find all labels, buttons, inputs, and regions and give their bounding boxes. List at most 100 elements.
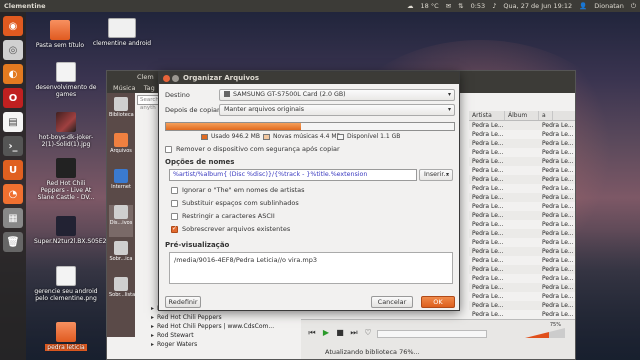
destino-label: Destino (165, 91, 190, 99)
playlist-row[interactable]: Pedra Le... Pedra Le... (469, 139, 575, 148)
network-icon[interactable]: ⇅ (458, 2, 463, 10)
desktop-icon-rmvb[interactable]: Super.N2tur2l.BX.S05E21.rmvb (34, 216, 128, 245)
desktop-icon-folder[interactable]: Pasta sem título (28, 20, 92, 49)
battery-time[interactable]: 0:53 (471, 2, 486, 10)
tree-item[interactable]: Red Hot Chili Peppers (137, 313, 287, 322)
naming-pattern-input[interactable]: %artist/%album{ (Disc %disc)}/{%track - … (169, 169, 417, 181)
overwrite-checkbox[interactable]: Sobrescrever arquivos existentes (171, 225, 290, 233)
desktop-icon-games[interactable]: desenvolvimento de games (34, 62, 98, 98)
playlist-row[interactable]: Pedra Le... Pedra Le... (469, 301, 575, 310)
replace-spaces-checkbox[interactable]: Substituir espaços com sublinhados (171, 199, 299, 207)
desktop-icon-rhcp-video[interactable]: Red Hot Chili Peppers - Live At Slane Ca… (34, 158, 98, 201)
power-icon[interactable]: ⏻ (631, 2, 636, 11)
remove-safely-checkbox[interactable]: Remover o dispositivo com segurança após… (165, 145, 340, 153)
tree-item[interactable]: Roger Waters (137, 340, 287, 349)
checkbox-box (171, 212, 178, 220)
username[interactable]: Dionatan (594, 2, 624, 10)
playlist-row[interactable]: Pedra Le... Pedra Le... (469, 283, 575, 292)
playlist-row[interactable]: Pedra Le... Pedra Le... (469, 265, 575, 274)
desktop-icon-clementine-android[interactable]: clementine android (90, 18, 154, 47)
minimize-icon[interactable] (172, 75, 179, 82)
trash-icon[interactable]: 🗑 (3, 232, 23, 252)
desktop-icon-jpg[interactable]: hot-boys-dk-joker-2(1)-Solid(1).jpg (34, 112, 98, 148)
user-icon[interactable]: 👤 (579, 2, 587, 10)
mail-icon[interactable]: ✉ (446, 2, 451, 10)
sidebar-item-biblioteca[interactable]: Biblioteca (109, 97, 134, 129)
dialog-titlebar[interactable]: Organizar Arquivos (159, 72, 459, 84)
playlist-row[interactable]: Pedra Le... Pedra Le... (469, 121, 575, 130)
stop-icon[interactable]: ■ (335, 328, 345, 338)
playlist-row[interactable]: Pedra Le... Pedra Le... (469, 247, 575, 256)
next-icon[interactable]: ⏭ (349, 328, 359, 338)
sidebar-item-sobre-artista[interactable]: Sobr...lista (109, 277, 135, 309)
playlist-row[interactable]: Pedra Le... Pedra Le... (469, 274, 575, 283)
artist-info-icon (114, 277, 128, 291)
ok-button[interactable]: OK (421, 296, 455, 308)
destino-select[interactable]: SAMSUNG GT-S7500L Card (2.0 GB) ▾ (219, 89, 455, 101)
storage-used-fill (166, 123, 302, 130)
opera-icon[interactable]: O (3, 88, 23, 108)
naming-section-title: Opções de nomes (165, 158, 235, 166)
desktop-icon-png[interactable]: gerencie seu android pelo clementine.png (34, 266, 98, 302)
insert-dropdown[interactable]: Inserir... ▾ (419, 169, 453, 181)
col-artista[interactable]: Artista (469, 111, 505, 120)
tree-item[interactable]: Rod Stewart (137, 331, 287, 340)
weather-icon[interactable]: ☁ (407, 2, 414, 10)
ascii-only-checkbox[interactable]: Restringir a caracteres ASCII (171, 212, 275, 220)
reset-button[interactable]: Redefinir (165, 296, 201, 308)
sidebar-item-arquivos[interactable]: Arquivos (109, 133, 133, 165)
depois-label: Depois de copiar... (165, 106, 226, 114)
workspace-icon[interactable]: ▦ (3, 208, 23, 228)
playlist-row[interactable]: Pedra Le... Pedra Le... (469, 238, 575, 247)
player-controls: ⏮ ▶ ■ ⏭ ♡ 75% Atualizando biblioteca 76%… (301, 319, 575, 359)
folder-icon (56, 322, 76, 342)
playlist-row[interactable]: Pedra Le... Pedra Le... (469, 184, 575, 193)
playlist-row[interactable]: Pedra Le... Pedra Le... (469, 175, 575, 184)
playlist-rows: Pedra Le... Pedra Le... Pedra Le... Pedra … (469, 121, 575, 319)
volume-icon[interactable]: ♪ (492, 2, 496, 10)
previous-icon[interactable]: ⏮ (307, 328, 317, 338)
playlist-row[interactable]: Pedra Le... Pedra Le... (469, 220, 575, 229)
library-icon (114, 97, 128, 111)
love-icon[interactable]: ♡ (363, 328, 373, 338)
firefox-icon[interactable]: ◐ (3, 64, 23, 84)
menu-tag[interactable]: Tag (144, 84, 155, 92)
play-icon[interactable]: ▶ (321, 328, 331, 338)
playlist-row[interactable]: Pedra Le... Pedra Le... (469, 292, 575, 301)
ubuntu-one-icon[interactable]: U (3, 160, 23, 180)
playlist-row[interactable]: Pedra Le... Pedra Le... (469, 229, 575, 238)
playlist-row[interactable]: Pedra Le... Pedra Le... (469, 211, 575, 220)
sidebar-item-dispositivos[interactable]: Dis...ivos (109, 205, 133, 237)
seek-bar[interactable] (377, 330, 487, 338)
sidebar-item-internet[interactable]: Internet (109, 169, 133, 201)
playlist-row[interactable]: Pedra Le... Pedra Le... (469, 202, 575, 211)
ignore-the-checkbox[interactable]: Ignorar o "The" em nomes de artistas (171, 186, 305, 194)
writer-icon[interactable]: ▤ (3, 112, 23, 132)
clock[interactable]: Qua, 27 de Jun 19:12 (503, 2, 572, 10)
free-swatch (337, 133, 344, 140)
playlist-row[interactable]: Pedra Le... Pedra Le... (469, 256, 575, 265)
playlist-row[interactable]: Pedra Le... Pedra Le... (469, 310, 575, 319)
col-album[interactable]: Álbum (505, 111, 539, 120)
tree-item[interactable]: Red Hot Chili Peppers | www.CdsCom... (137, 322, 287, 331)
playlist-row[interactable]: Pedra Le... Pedra Le... (469, 130, 575, 139)
close-icon[interactable] (163, 75, 170, 82)
library-status: Atualizando biblioteca 76%... (325, 348, 420, 356)
depois-select[interactable]: Manter arquivos originais ▾ (219, 104, 455, 116)
cancel-button[interactable]: Cancelar (371, 296, 413, 308)
playlist-row[interactable]: Pedra Le... Pedra Le... (469, 166, 575, 175)
playlist-row[interactable]: Pedra Le... Pedra Le... (469, 148, 575, 157)
dash-home-icon[interactable]: ◉ (3, 16, 23, 36)
terminal-icon[interactable]: ›_ (3, 136, 23, 156)
desktop-icon-pedra-leticia[interactable]: pedra leticia (34, 322, 98, 351)
chromium-icon[interactable]: ◎ (3, 40, 23, 60)
playlist-row[interactable]: Pedra Le... Pedra Le... (469, 193, 575, 202)
clementine-icon[interactable]: ◔ (3, 184, 23, 204)
col-a[interactable]: a (539, 111, 553, 120)
volume-slider[interactable] (525, 328, 565, 338)
sidebar-item-sobre-musica[interactable]: Sobr...ica (109, 241, 133, 273)
menu-musica[interactable]: Música (113, 84, 135, 92)
clementine-sidebar: Biblioteca Arquivos Internet Dis...ivos … (107, 93, 135, 337)
playlist-row[interactable]: Pedra Le... Pedra Le... (469, 157, 575, 166)
temperature[interactable]: 18 °C (421, 2, 439, 10)
